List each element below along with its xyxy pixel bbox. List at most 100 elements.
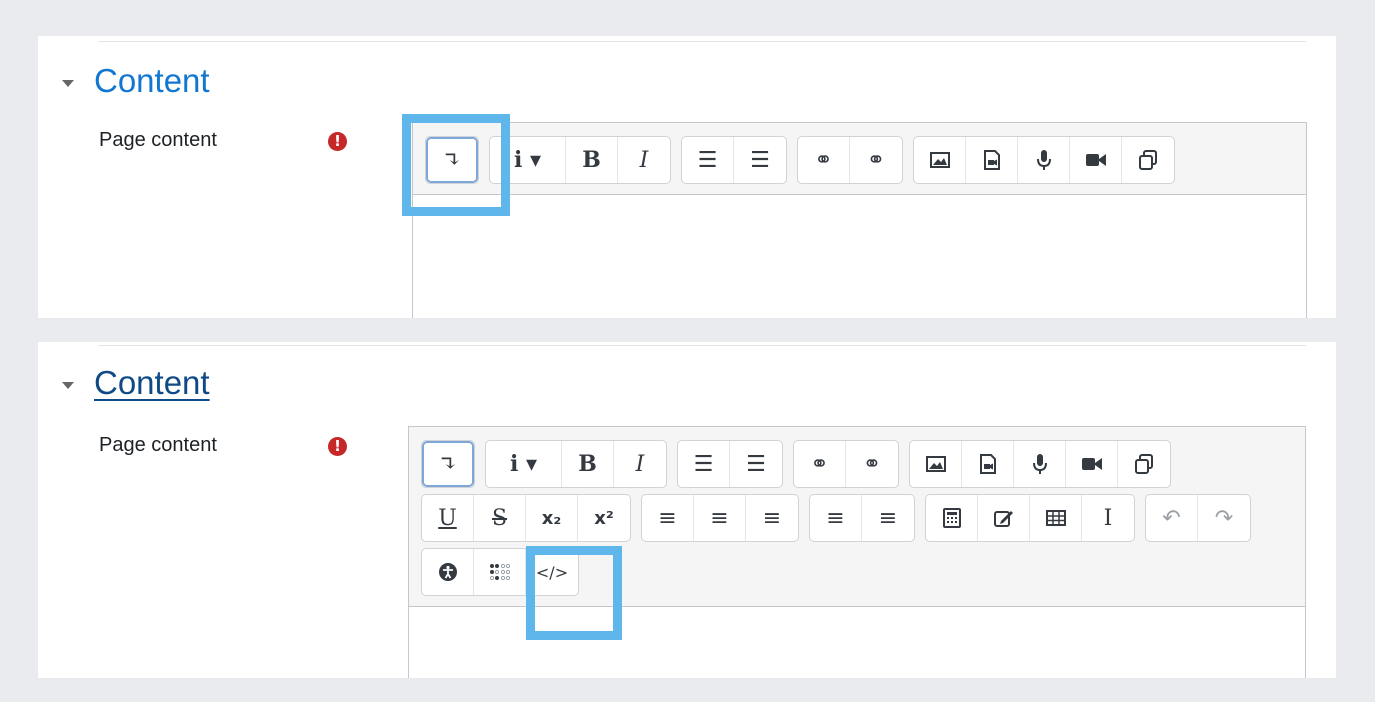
- underline-button[interactable]: U: [422, 495, 474, 541]
- divider: [98, 41, 1306, 42]
- outdent-button[interactable]: ≡: [810, 495, 862, 541]
- toolbar-group-format: U S x₂ x²: [421, 494, 631, 542]
- content-section-expanded-toolbar: Content Page content ! ↴ i ▾ B I ☰ ☰ ⚭ ⚭…: [38, 342, 1336, 678]
- field-label: Page content: [99, 434, 217, 456]
- strikethrough-button[interactable]: S: [474, 495, 526, 541]
- italic-icon: I: [635, 451, 645, 477]
- toolbar-row: U S x₂ x² ≡ ≡ ≡ ≡ ≡ I ↶ ↷: [421, 494, 1293, 542]
- unordered-list-button[interactable]: ☰: [682, 137, 734, 183]
- section-title[interactable]: Content: [94, 364, 210, 402]
- paragraph-styles-icon: i ▾: [509, 451, 538, 477]
- subscript-button[interactable]: x₂: [526, 495, 578, 541]
- toolbar-group-collapse: ↴: [425, 136, 479, 184]
- paragraph-styles-button[interactable]: i ▾: [486, 441, 562, 487]
- ordered-list-icon: ☰: [750, 147, 770, 173]
- bold-button[interactable]: B: [562, 441, 614, 487]
- screenreader-helper-icon: [489, 563, 510, 581]
- unlink-button[interactable]: ⚭: [850, 137, 902, 183]
- superscript-button[interactable]: x²: [578, 495, 630, 541]
- manage-files-button[interactable]: [1122, 137, 1174, 183]
- toolbar-group-insert: I: [925, 494, 1135, 542]
- align-right-button[interactable]: ≡: [746, 495, 798, 541]
- table-icon: [1045, 510, 1066, 526]
- record-audio-button[interactable]: [1014, 441, 1066, 487]
- italic-icon: I: [639, 147, 649, 173]
- manage-files-icon: [1135, 454, 1153, 474]
- paragraph-styles-button[interactable]: i ▾: [490, 137, 566, 183]
- toolbar-toggle-button[interactable]: ↴: [422, 441, 474, 487]
- collapse-caret-icon[interactable]: [62, 381, 74, 389]
- toolbar-row: ↴ i ▾ B I ☰ ☰ ⚭ ⚭: [421, 440, 1293, 488]
- clear-formatting-button[interactable]: I: [1082, 495, 1134, 541]
- unordered-list-icon: ☰: [697, 147, 718, 173]
- image-icon: [929, 152, 950, 168]
- italic-button[interactable]: I: [618, 137, 670, 183]
- record-audio-icon: [1032, 454, 1047, 474]
- toolbar-row: ↴ i ▾ B I ☰ ☰ ⚭ ⚭: [425, 136, 1294, 184]
- superscript-icon: x²: [594, 507, 614, 529]
- toolbar-group-files: [909, 440, 1171, 488]
- align-center-button[interactable]: ≡: [694, 495, 746, 541]
- toolbar-group-links: ⚭ ⚭: [793, 440, 899, 488]
- image-button[interactable]: [914, 137, 966, 183]
- section-title[interactable]: Content: [94, 62, 210, 100]
- toolbar-group-indent: ≡ ≡: [809, 494, 915, 542]
- special-character-icon: [993, 511, 1013, 527]
- ordered-list-button[interactable]: ☰: [734, 137, 786, 183]
- special-character-button[interactable]: [978, 495, 1030, 541]
- subscript-icon: x₂: [541, 507, 562, 529]
- field-label: Page content: [99, 129, 217, 151]
- section-header[interactable]: Content: [62, 62, 210, 100]
- editor-toolbar: ↴ i ▾ B I ☰ ☰ ⚭ ⚭: [413, 123, 1306, 195]
- equation-button[interactable]: [926, 495, 978, 541]
- undo-button[interactable]: ↶: [1146, 495, 1198, 541]
- collapse-caret-icon[interactable]: [62, 79, 74, 87]
- bold-icon: B: [578, 451, 597, 477]
- equation-icon: [942, 508, 961, 528]
- record-audio-button[interactable]: [1018, 137, 1070, 183]
- divider: [98, 345, 1306, 346]
- toolbar-toggle-button[interactable]: ↴: [426, 137, 478, 183]
- table-button[interactable]: [1030, 495, 1082, 541]
- italic-button[interactable]: I: [614, 441, 666, 487]
- unlink-button[interactable]: ⚭: [846, 441, 898, 487]
- record-video-icon: [1081, 458, 1102, 470]
- media-button[interactable]: [966, 137, 1018, 183]
- link-button[interactable]: ⚭: [798, 137, 850, 183]
- record-audio-icon: [1036, 150, 1051, 170]
- atto-editor: ↴ i ▾ B I ☰ ☰ ⚭ ⚭: [412, 122, 1307, 318]
- section-header[interactable]: Content: [62, 364, 210, 402]
- toolbar-group-history: ↶ ↷: [1145, 494, 1251, 542]
- unordered-list-button[interactable]: ☰: [678, 441, 730, 487]
- record-video-button[interactable]: [1070, 137, 1122, 183]
- outdent-icon: ≡: [826, 505, 845, 531]
- toolbar-toggle-icon: ↴: [438, 451, 458, 477]
- ordered-list-icon: ☰: [746, 451, 766, 477]
- link-button[interactable]: ⚭: [794, 441, 846, 487]
- required-icon: !: [328, 437, 347, 456]
- screenreader-helper-button[interactable]: [474, 549, 526, 595]
- html-source-button[interactable]: </>: [526, 549, 578, 595]
- align-left-icon: ≡: [658, 505, 677, 531]
- indent-button[interactable]: ≡: [862, 495, 914, 541]
- accessibility-checker-button[interactable]: [422, 549, 474, 595]
- unlink-icon: ⚭: [862, 451, 882, 477]
- redo-button[interactable]: ↷: [1198, 495, 1250, 541]
- manage-files-icon: [1139, 150, 1157, 170]
- manage-files-button[interactable]: [1118, 441, 1170, 487]
- toolbar-group-style: i ▾ B I: [485, 440, 667, 488]
- align-right-icon: ≡: [762, 505, 782, 531]
- undo-icon: ↶: [1162, 505, 1181, 531]
- toolbar-group-lists: ☰ ☰: [681, 136, 787, 184]
- align-left-button[interactable]: ≡: [642, 495, 694, 541]
- record-video-button[interactable]: [1066, 441, 1118, 487]
- media-button[interactable]: [962, 441, 1014, 487]
- toolbar-group-style: i ▾ B I: [489, 136, 671, 184]
- image-button[interactable]: [910, 441, 962, 487]
- editor-toolbar: ↴ i ▾ B I ☰ ☰ ⚭ ⚭: [409, 427, 1305, 607]
- strikethrough-icon: S: [491, 505, 508, 531]
- bold-button[interactable]: B: [566, 137, 618, 183]
- link-icon: ⚭: [810, 451, 829, 477]
- record-video-icon: [1085, 154, 1106, 166]
- ordered-list-button[interactable]: ☰: [730, 441, 782, 487]
